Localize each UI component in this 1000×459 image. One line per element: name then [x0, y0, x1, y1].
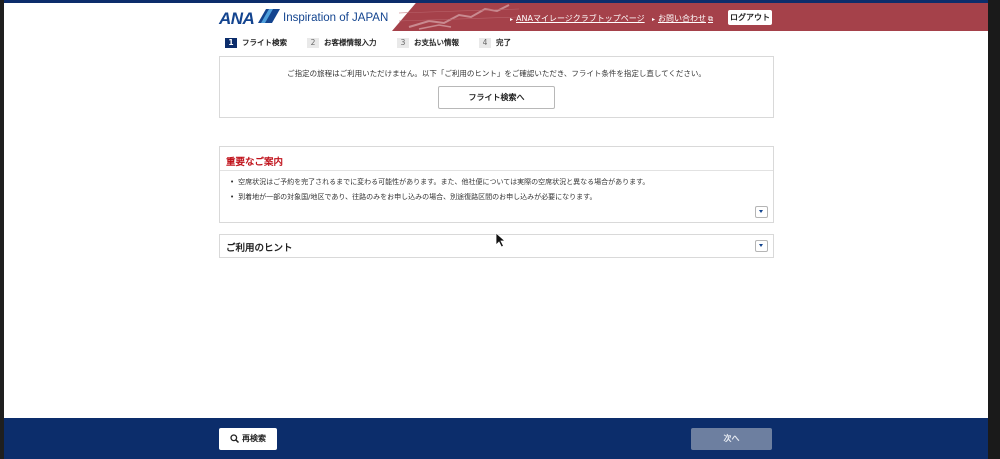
- expand-toggle-icon[interactable]: [755, 240, 768, 252]
- step-flight-search: 1 フライト検索: [225, 37, 287, 48]
- research-button[interactable]: 再検索: [219, 428, 277, 450]
- logo-tagline: Inspiration of JAPAN: [283, 12, 389, 24]
- step-label: お支払い情報: [414, 38, 459, 47]
- research-button-label: 再検索: [242, 434, 266, 443]
- chevron-right-icon: ▸: [652, 16, 656, 23]
- step-customer-info: 2 お客様情報入力: [307, 37, 377, 48]
- important-info-title: 重要なご案内: [226, 157, 284, 168]
- mileage-club-top-link-label: ANAマイレージクラブトップページ: [516, 14, 645, 23]
- divider: [220, 170, 773, 171]
- step-number: 4: [479, 38, 491, 48]
- important-info-panel: 重要なご案内 空席状況はご予約を完了されるまでに変わる可能性があります。また、他…: [219, 146, 774, 223]
- mouse-cursor-icon: [495, 232, 507, 248]
- site-header: ANA Inspiration of JAPAN ▸ ANAマイレージクラブトップ…: [4, 3, 988, 31]
- list-item: 到着地が一部の対象国/地区であり、往路のみをお申し込みの場合、別途復路区間のお申…: [230, 192, 649, 202]
- step-payment-info: 3 お支払い情報: [397, 37, 459, 48]
- step-label: フライト検索: [242, 38, 287, 47]
- footer-bar: 再検索 次へ: [4, 418, 988, 459]
- list-item: 空席状況はご予約を完了されるまでに変わる可能性があります。また、他社便については…: [230, 177, 649, 187]
- step-number: 3: [397, 38, 409, 48]
- external-link-icon: ⧉: [708, 15, 714, 23]
- itinerary-unavailable-notice: ご指定の旅程はご利用いただけません。以下「ご利用のヒント」をご確認いただき、フラ…: [219, 56, 774, 118]
- next-button[interactable]: 次へ: [691, 428, 772, 450]
- step-number: 2: [307, 38, 319, 48]
- ana-logo[interactable]: ANA: [219, 9, 255, 29]
- japan-map-graphic: [399, 4, 519, 30]
- flight-search-button[interactable]: フライト検索へ: [438, 86, 555, 109]
- contact-link[interactable]: ▸ お問い合わせ ⧉: [652, 13, 713, 24]
- step-number: 1: [225, 38, 237, 48]
- usage-hints-title: ご利用のヒント: [226, 243, 293, 254]
- page: ANA Inspiration of JAPAN ▸ ANAマイレージクラブトップ…: [4, 0, 988, 459]
- contact-link-label: お問い合わせ: [658, 14, 707, 23]
- step-complete: 4 完了: [479, 37, 511, 48]
- ana-logo-stripe-icon: [258, 9, 280, 23]
- important-info-list: 空席状況はご予約を完了されるまでに変わる可能性があります。また、他社便については…: [230, 177, 649, 207]
- notice-message: ご指定の旅程はご利用いただけません。以下「ご利用のヒント」をご確認いただき、フラ…: [287, 69, 706, 78]
- window-edge: [988, 0, 1000, 459]
- search-icon: [230, 434, 240, 444]
- step-label: 完了: [496, 38, 511, 47]
- mileage-club-top-link[interactable]: ▸ ANAマイレージクラブトップページ: [510, 13, 645, 24]
- step-label: お客様情報入力: [324, 38, 377, 47]
- expand-toggle-icon[interactable]: [755, 206, 768, 218]
- logout-button[interactable]: ログアウト: [728, 10, 772, 25]
- chevron-right-icon: ▸: [510, 16, 514, 23]
